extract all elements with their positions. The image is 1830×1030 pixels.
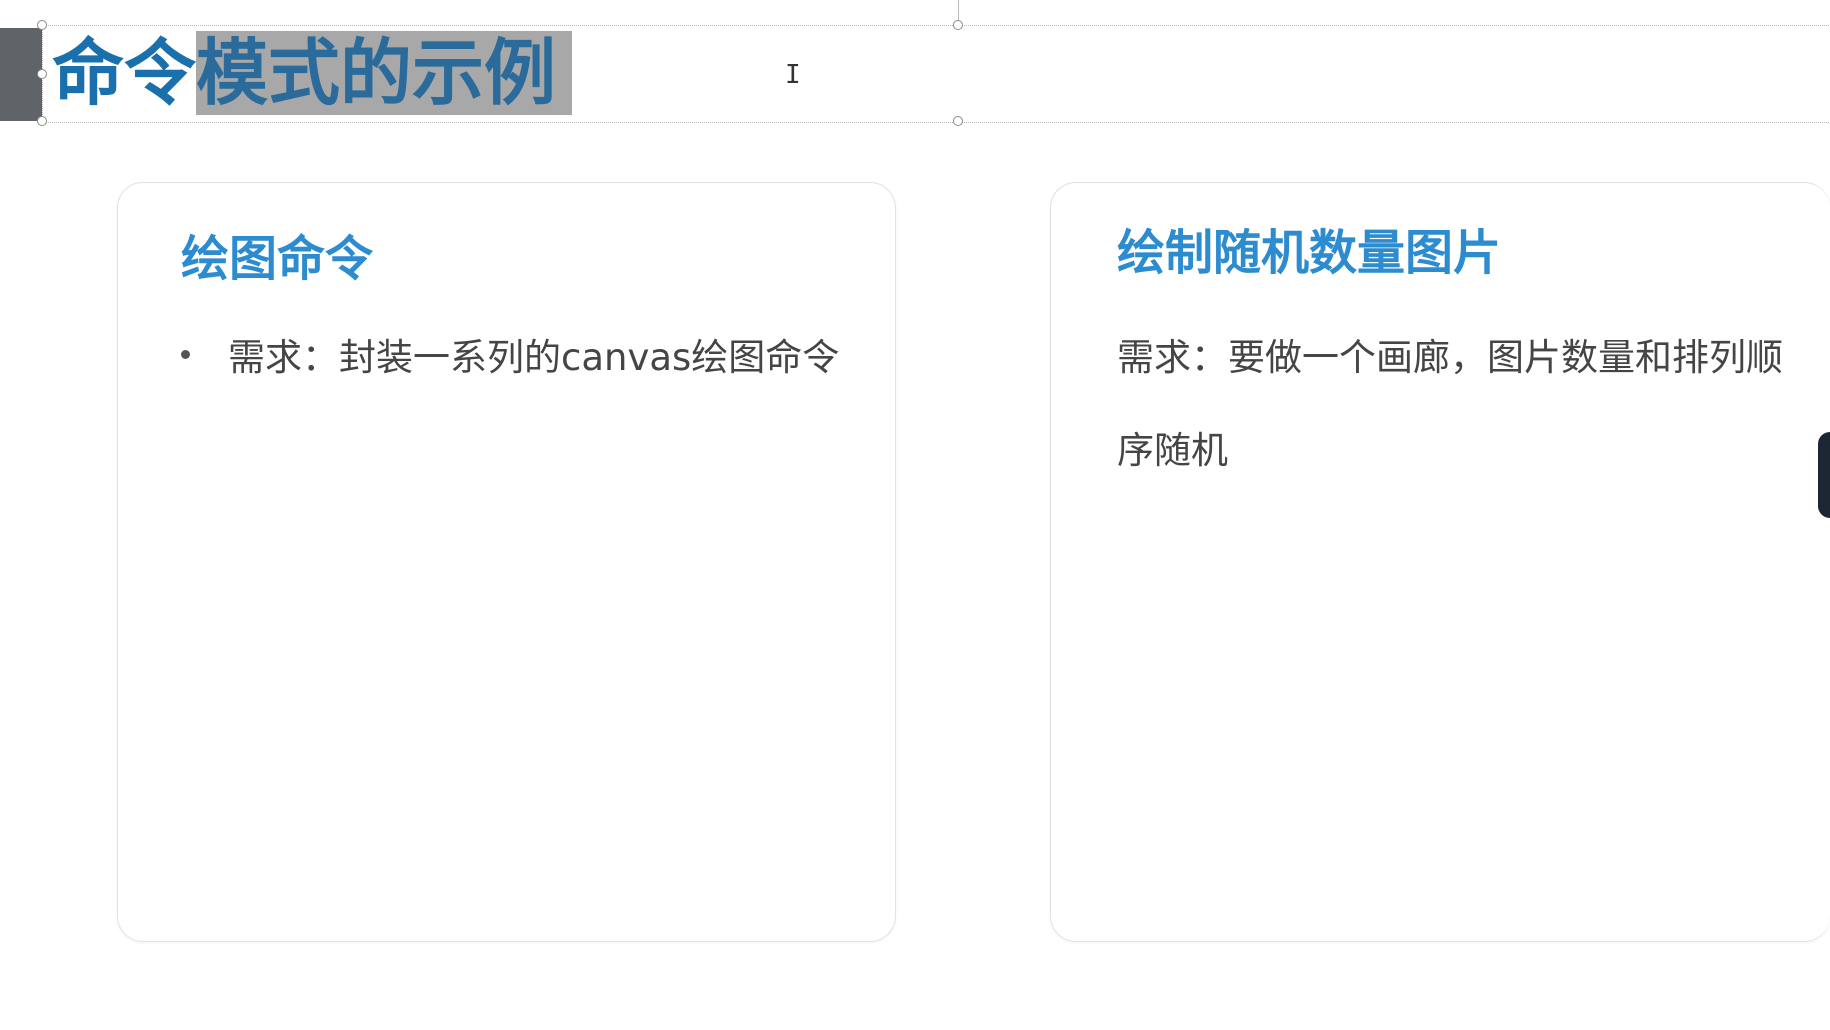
title-accent-bar — [0, 28, 42, 121]
resize-handle-bottom-left[interactable] — [37, 116, 47, 126]
rotation-handle-line — [958, 0, 959, 22]
slide-title-unselected-text: 命令 — [52, 31, 197, 115]
slide-title[interactable]: 命令模式的示例 — [52, 30, 573, 116]
resize-handle-top-center[interactable] — [953, 20, 963, 30]
card-random-images: 绘制随机数量图片 需求：要做一个画廊，图片数量和排列顺序随机 — [1050, 182, 1830, 942]
slide-title-selected-text[interactable]: 模式的示例 — [196, 31, 573, 115]
card-drawing-commands: 绘图命令 需求：封装一系列的canvas绘图命令 — [117, 182, 896, 942]
resize-handle-middle-left[interactable] — [37, 69, 47, 79]
card-heading: 绘图命令 — [181, 231, 374, 287]
text-ibeam-cursor-icon: I — [785, 60, 801, 90]
resize-handle-bottom-center[interactable] — [953, 116, 963, 126]
resize-handle-top-left[interactable] — [37, 20, 47, 30]
card-body-text: 需求：封装一系列的canvas绘图命令 — [228, 336, 840, 379]
card-heading: 绘制随机数量图片 — [1117, 225, 1502, 281]
card-body-text: 需求：要做一个画廊，图片数量和排列顺序随机 — [1117, 336, 1783, 472]
side-panel-tab[interactable] — [1818, 432, 1830, 518]
slide-canvas[interactable]: 命令模式的示例 I 绘图命令 需求：封装一系列的canvas绘图命令 绘制随机数… — [0, 0, 1830, 1030]
bullet-icon — [181, 350, 190, 359]
